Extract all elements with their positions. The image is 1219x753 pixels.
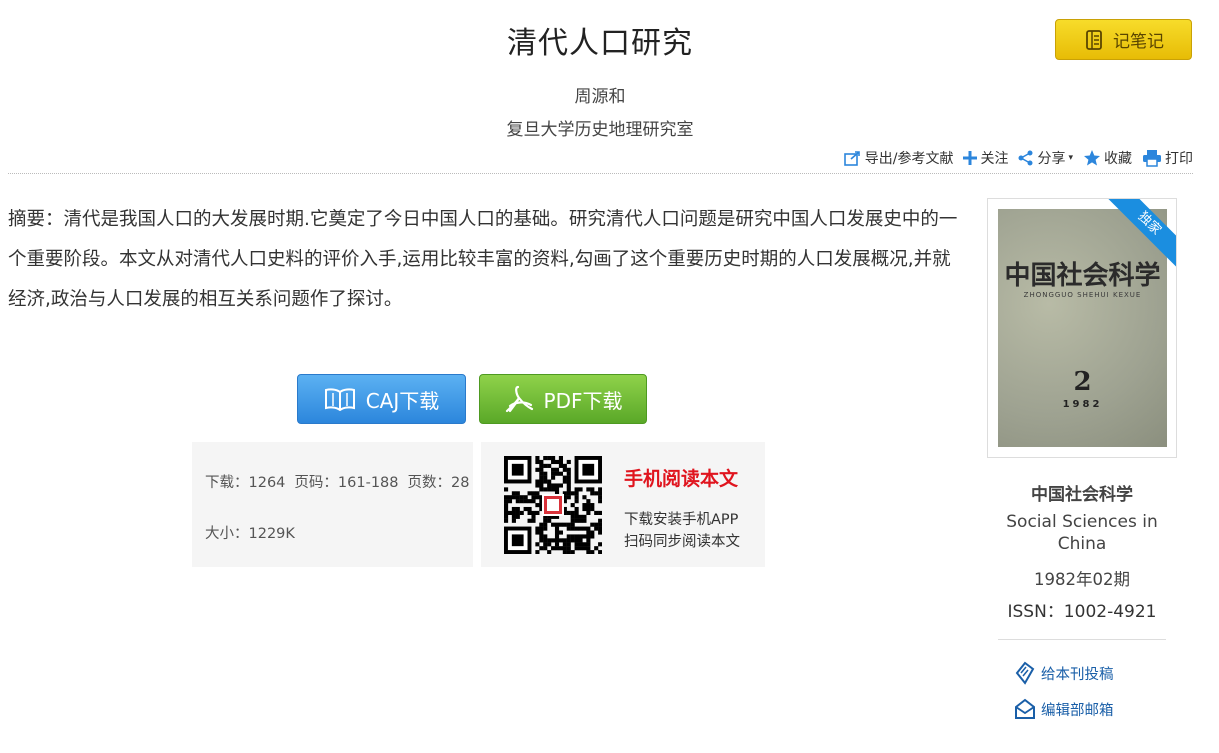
cover-issue-number: 2: [1073, 367, 1092, 397]
sidebar-divider: [998, 639, 1166, 640]
file-size: 大小：1229K: [205, 526, 295, 542]
editorial-mailbox-link[interactable]: 编辑部邮箱: [1014, 698, 1114, 720]
pdf-download-label: PDF下载: [543, 388, 623, 413]
mobile-reading-panel: 手机阅读本文 下载安装手机APP 扫码同步阅读本文: [481, 442, 765, 567]
export-label: 导出/参考文献: [864, 151, 954, 167]
abstract-text: 摘要：清代是我国人口的大发展时期.它奠定了今日中国人口的基础。研究清代人口问题是…: [8, 209, 958, 310]
journal-cover[interactable]: 中国社会科学 ZHONGGUO SHEHUI KEXUE 2 1982 独家: [987, 198, 1177, 458]
notebook-icon: [1086, 29, 1102, 50]
pdf-icon: [505, 385, 533, 413]
mobile-app-hint: 下载安装手机APP: [624, 512, 739, 528]
take-notes-label: 记笔记: [1113, 32, 1164, 52]
journal-issue[interactable]: 1982年02期: [987, 566, 1177, 590]
journal-issn: ISSN：1002-4921: [1007, 602, 1157, 622]
mail-icon: [1015, 698, 1035, 719]
caj-download-button[interactable]: CAJ下载: [297, 374, 466, 424]
plus-icon: [963, 151, 978, 165]
mobile-scan-hint: 扫码同步阅读本文: [624, 534, 740, 550]
export-icon: [843, 151, 860, 166]
print-label: 打印: [1165, 151, 1193, 167]
cover-subtitle: ZHONGGUO SHEHUI KEXUE: [1023, 291, 1142, 299]
submit-manuscript-link[interactable]: 给本刊投稿: [1014, 660, 1114, 686]
caj-download-label: CAJ下载: [365, 388, 440, 413]
journal-name-cn[interactable]: 中国社会科学: [987, 480, 1177, 505]
share-icon: [1018, 150, 1033, 166]
qr-code[interactable]: [504, 456, 603, 555]
pdf-download-button[interactable]: PDF下载: [479, 374, 647, 424]
open-book-icon: [324, 388, 355, 411]
page-range: 页码：161-188: [294, 475, 399, 491]
chevron-down-icon: ▾: [1068, 153, 1073, 163]
favorite-label: 收藏: [1104, 151, 1132, 167]
follow-label: 关注: [980, 151, 1009, 167]
submit-icon: [1015, 661, 1035, 685]
cover-image: 中国社会科学 ZHONGGUO SHEHUI KEXUE 2 1982: [998, 209, 1167, 447]
download-count: 下载：1264: [205, 475, 286, 491]
download-stats-panel: 下载：1264 页码：161-188 页数：28 大小：1229K: [192, 442, 473, 567]
share-label: 分享: [1037, 151, 1066, 167]
take-notes-button[interactable]: 记笔记: [1055, 19, 1192, 60]
submit-manuscript-label: 给本刊投稿: [1041, 666, 1114, 683]
author-organization[interactable]: 复旦大学历史地理研究室: [0, 115, 1200, 140]
mobile-read-title: 手机阅读本文: [624, 468, 739, 490]
title-divider: [8, 173, 1193, 174]
qr-code-image: [504, 456, 603, 555]
cover-title: 中国社会科学: [1004, 261, 1161, 291]
favorite-button[interactable]: 收藏: [1083, 148, 1132, 168]
journal-name-en[interactable]: Social Sciences in China: [998, 511, 1166, 555]
export-references-button[interactable]: 导出/参考文献: [843, 148, 954, 168]
author-name[interactable]: 周源和: [0, 82, 1200, 107]
article-toolbar: 导出/参考文献 关注 分享 ▾ 收藏 打印: [843, 148, 1193, 168]
printer-icon: [1143, 150, 1161, 167]
editorial-mailbox-label: 编辑部邮箱: [1041, 702, 1114, 719]
print-button[interactable]: 打印: [1142, 148, 1193, 168]
page-count: 页数：28: [407, 475, 470, 491]
star-icon: [1084, 150, 1100, 166]
article-title: 清代人口研究: [507, 26, 693, 61]
share-button[interactable]: 分享 ▾: [1018, 148, 1073, 168]
follow-button[interactable]: 关注: [963, 148, 1008, 168]
cover-year: 1982: [1062, 399, 1103, 410]
